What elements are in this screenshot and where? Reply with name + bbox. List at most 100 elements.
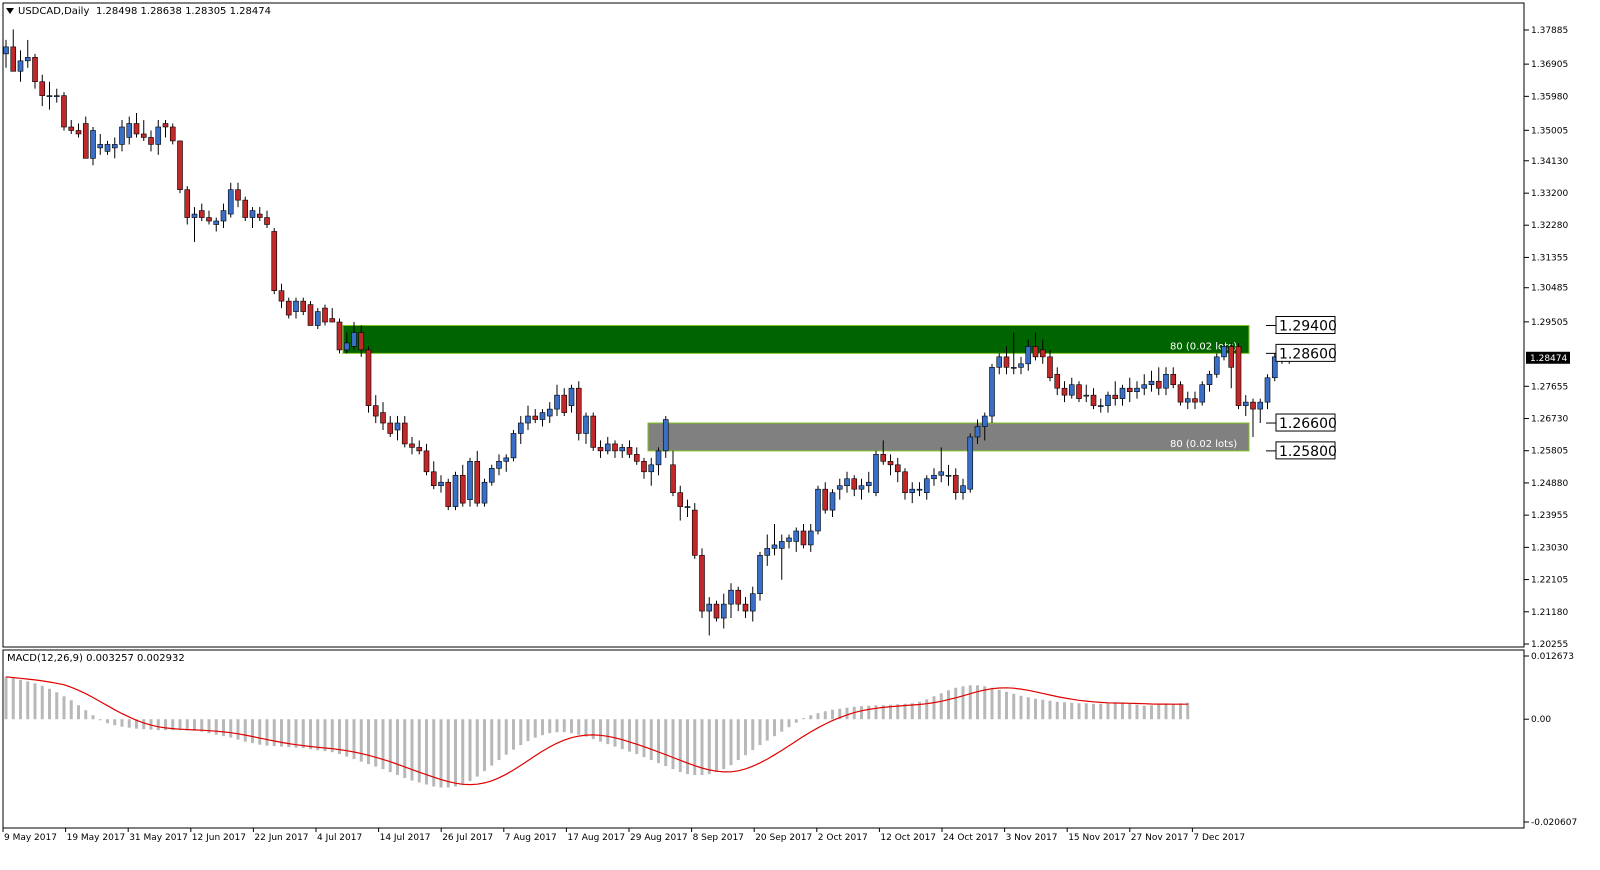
bearish-candle [677,492,684,507]
date-tick-label: 12 Jun 2017 [192,833,246,843]
bullish-candle [104,144,111,152]
bullish-candle [1213,356,1220,375]
bearish-candle [184,189,191,218]
bearish-candle [459,474,466,504]
macd-tick-label: 0.012673 [1531,652,1574,662]
bullish-candle [1083,394,1090,397]
trading-chart[interactable]: 80 (0.02 lots) 80 (0.02 lots) 1.37885 1.36… [0,0,1600,866]
date-tick-label: 27 Nov 2017 [1131,833,1189,843]
bearish-candle [590,415,597,448]
date-tick-label: 7 Aug 2017 [505,833,557,843]
bullish-candle [996,356,1003,368]
bearish-candle [1112,394,1119,399]
date-tick-label: 7 Dec 2017 [1193,833,1245,843]
bullish-candle [568,387,575,406]
bearish-candle [148,137,154,145]
bullish-candle [1018,363,1024,368]
price-tick-label: 1.26730 [1531,414,1568,424]
price-tick-label: 1.31355 [1531,253,1568,263]
bearish-candle [133,123,140,135]
bullish-candle [923,478,930,493]
bullish-candle [191,213,198,218]
bearish-candle [887,461,894,466]
bullish-candle [351,332,357,347]
bullish-candle [728,589,734,605]
resistance-zone [342,325,1250,354]
bearish-candle [633,454,640,462]
bullish-candle [488,467,495,483]
bearish-candle [626,447,633,455]
bearish-candle [822,488,829,511]
bullish-candle [17,60,24,72]
bearish-candle [387,422,394,434]
bullish-candle [662,419,669,452]
bullish-candle [807,530,814,546]
bearish-candle [902,471,908,493]
bearish-candle [169,126,176,142]
bearish-candle [1061,387,1068,396]
date-tick-label: 3 Nov 2017 [1006,833,1058,843]
bearish-candle [336,321,343,351]
bullish-candle [604,443,611,452]
bearish-candle [670,464,676,493]
bullish-candle [815,488,821,532]
bullish-candle [786,537,792,542]
bearish-candle [329,318,336,323]
bullish-candle [583,415,589,434]
date-tick-label: 14 Jul 2017 [380,833,431,843]
bullish-candle [554,394,560,410]
bearish-candle [75,130,82,135]
bullish-candle [757,555,763,594]
bearish-candle [380,412,386,424]
bearish-candle [1177,384,1184,403]
bullish-candle [1184,398,1191,403]
bullish-candle [510,433,517,459]
price-tick-label: 1.29505 [1531,318,1568,328]
ohlc-readout: 1.28498 1.28638 1.28305 1.28474 [96,6,271,17]
bullish-candle [764,548,771,556]
price-tick-label: 1.24880 [1531,479,1568,489]
bullish-candle [46,95,53,97]
bullish-candle [749,593,756,612]
bullish-candle [546,408,553,417]
bearish-candle [1047,356,1053,379]
bullish-candle [1242,401,1249,406]
bullish-candle [873,454,879,493]
bearish-candle [445,481,452,507]
price-tick-label: 1.23030 [1531,543,1568,553]
bearish-candle [401,422,408,445]
bearish-candle [894,464,901,473]
support-zone-order-label: 80 (0.02 lots) [1170,439,1237,450]
bearish-candle [1228,346,1235,368]
date-tick-label: 31 May 2017 [129,833,188,843]
support-zone [647,422,1250,452]
bullish-candle [974,426,981,438]
bullish-candle [111,144,118,149]
date-tick-label: 8 Sep 2017 [693,833,744,843]
bearish-candle [474,461,481,504]
bearish-candle [1155,380,1162,389]
date-tick-label: 4 Jul 2017 [317,833,362,843]
bearish-candle [532,415,539,420]
bullish-candle [227,189,234,215]
price-tick-label: 1.27655 [1531,382,1568,392]
bullish-candle [525,415,531,424]
bullish-candle [3,46,9,55]
bearish-candle [1054,373,1061,389]
bearish-candle [430,471,437,487]
bullish-candle [220,210,227,222]
bullish-candle [865,481,872,487]
date-tick-label: 26 Jul 2017 [442,833,493,843]
bullish-candle [793,530,800,542]
bullish-candle [1119,387,1126,399]
bearish-candle [735,589,742,605]
bullish-candle [1105,394,1111,406]
bearish-candle [278,290,285,302]
bullish-candle [1097,405,1104,407]
bullish-candle [1141,384,1148,389]
price-tick-label: 1.21180 [1531,608,1568,618]
bullish-candle [155,126,162,145]
price-tick-label: 1.34130 [1531,157,1568,167]
bearish-candle [264,217,270,225]
chart-canvas[interactable]: 80 (0.02 lots) 80 (0.02 lots) 1.37885 1.36… [0,0,1600,866]
